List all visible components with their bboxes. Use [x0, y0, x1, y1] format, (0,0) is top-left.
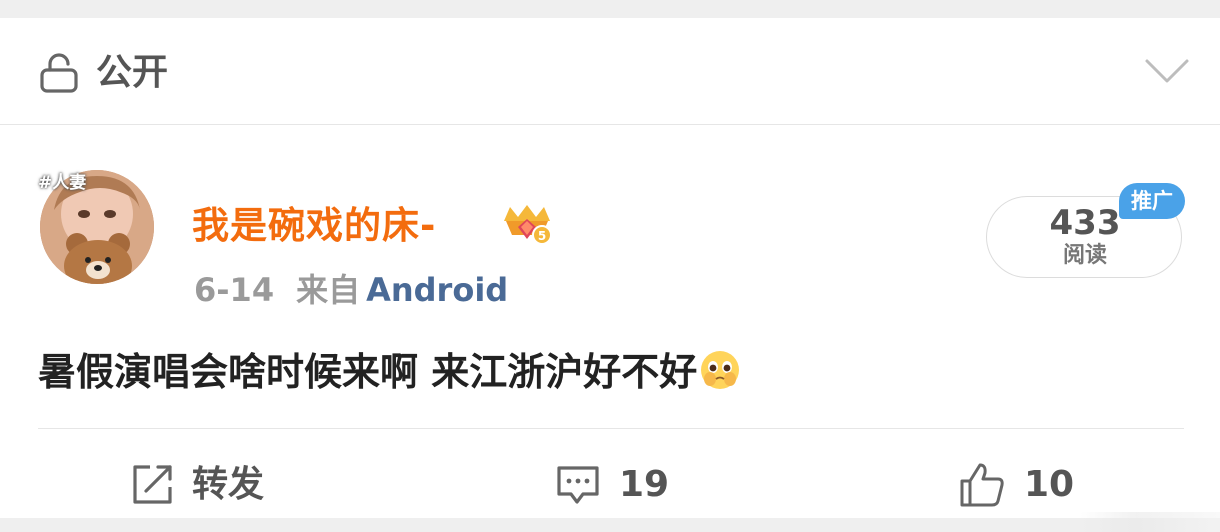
privacy-label: 公开: [96, 52, 169, 93]
avatar-tag: #人妻: [38, 173, 87, 193]
source-prefix: 来自: [296, 271, 361, 309]
username[interactable]: 我是碗戏的床-: [192, 204, 436, 248]
reads-label: 阅读: [1062, 243, 1107, 268]
comment-count: 19: [619, 464, 670, 505]
post-meta: 6-14 来自 Android: [194, 270, 508, 310]
comment-button[interactable]: 19: [555, 460, 669, 510]
promote-badge[interactable]: 推广: [1119, 183, 1185, 219]
chevron-down-icon[interactable]: [1144, 56, 1190, 86]
like-button[interactable]: 10: [958, 460, 1074, 510]
post-text-container: 暑假演唱会啥时候来啊 来江浙沪好不好: [38, 348, 741, 396]
divider: [38, 428, 1184, 429]
share-edit-icon: [133, 465, 172, 504]
post-text: 暑假演唱会啥时候来啊 来江浙沪好不好: [38, 350, 698, 394]
comment-icon: [557, 466, 599, 504]
lock-open-icon: [40, 53, 78, 93]
post-card: 公开 #人妻 我是碗戏的床- 5 6-14 来自 Android 433 阅读 …: [0, 18, 1220, 532]
pleading-face-emoji-icon: [701, 351, 740, 389]
vip-level-badge-icon[interactable]: 5: [498, 201, 556, 247]
forward-button[interactable]: 转发: [130, 460, 264, 510]
svg-text:5: 5: [538, 229, 546, 243]
thumbs-up-icon: [960, 463, 1004, 507]
forward-label: 转发: [192, 464, 265, 505]
source-link[interactable]: Android: [366, 271, 508, 309]
post-date: 6-14: [194, 271, 275, 309]
watermark: [1080, 512, 1220, 532]
like-count: 10: [1024, 464, 1075, 505]
privacy-setting-bar[interactable]: 公开: [0, 18, 1220, 125]
